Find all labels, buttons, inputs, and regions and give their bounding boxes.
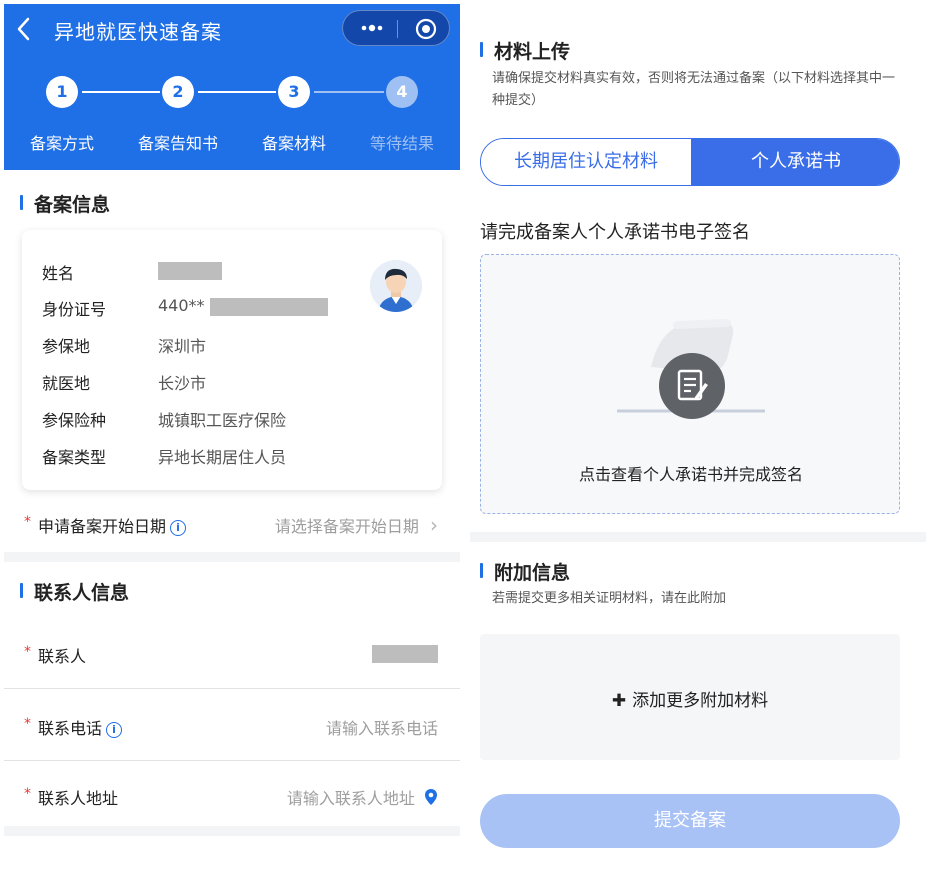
step-3-circle: 3 — [278, 76, 310, 108]
contact-address-input[interactable]: 请输入联系人地址 — [287, 785, 438, 809]
back-arrow-icon[interactable] — [16, 17, 38, 41]
start-date-label-text: 申请备案开始日期 — [38, 517, 167, 536]
submit-button[interactable]: 提交备案 — [480, 794, 900, 848]
contact-name-label: 联系人 — [38, 647, 87, 666]
step-2-circle: 2 — [162, 76, 194, 108]
sign-prompt: 请完成备案人个人承诺书电子签名 — [480, 222, 750, 243]
left-screen: 异地就医快速备案 1 2 3 4 备案方式 备案告知书 备案材料 等待结果 备案… — [4, 4, 460, 844]
info-value-masked — [158, 260, 222, 280]
progress-steps: 1 2 3 4 备案方式 备案告知书 备案材料 等待结果 — [4, 74, 460, 154]
info-value: 长沙市 — [158, 374, 207, 393]
sign-document-icon — [659, 353, 725, 419]
step-1-label: 备案方式 — [29, 134, 94, 153]
header-banner: 异地就医快速备案 1 2 3 4 备案方式 备案告知书 备案材料 等待结果 — [4, 4, 460, 170]
required-mark: * — [24, 644, 31, 660]
tab-personal-pledge[interactable]: 个人承诺书 — [691, 139, 899, 185]
materials-note: 请确保提交材料真实有效，否则将无法通过备案（以下材料选择其中一种提交） — [492, 71, 896, 108]
more-dots-icon[interactable] — [357, 18, 387, 38]
start-date-placeholder: 请选择备案开始日期 — [274, 517, 419, 536]
extra-info-note: 若需提交更多相关证明材料，请在此附加 — [492, 591, 727, 606]
location-pin-icon[interactable] — [424, 788, 438, 806]
info-key: 备案类型 — [42, 448, 107, 467]
info-icon[interactable]: i — [170, 520, 187, 536]
step-4-circle: 4 — [386, 76, 418, 108]
section-gap — [4, 552, 460, 562]
section-gap — [470, 532, 926, 542]
contact-name-row[interactable]: * 联系人 — [4, 628, 460, 680]
sign-action-text: 点击查看个人承诺书并完成签名 — [578, 465, 803, 484]
info-key: 就医地 — [42, 374, 91, 393]
start-date-row[interactable]: * 申请备案开始日期 i 请选择备案开始日期 › — [4, 498, 460, 550]
avatar — [370, 260, 422, 312]
tab-residence-material[interactable]: 长期居住认定材料 — [481, 139, 691, 185]
page-title: 异地就医快速备案 — [54, 20, 222, 44]
signature-area[interactable]: 点击查看个人承诺书并完成签名 — [480, 254, 900, 514]
step-connector — [198, 91, 276, 93]
target-close-icon[interactable] — [415, 18, 437, 40]
material-type-toggle: 长期居住认定材料 个人承诺书 — [480, 138, 900, 186]
section-gap — [4, 826, 460, 836]
info-value: 深圳市 — [158, 337, 207, 356]
plus-icon: ✚ — [611, 691, 627, 711]
record-info-title: 备案信息 — [20, 190, 110, 217]
info-key: 身份证号 — [42, 300, 107, 319]
right-screen: 材料上传 请确保提交材料真实有效，否则将无法通过备案（以下材料选择其中一种提交）… — [470, 4, 926, 874]
info-key: 参保险种 — [42, 411, 107, 430]
contact-address-label: 联系人地址 — [38, 789, 119, 808]
capsule-divider — [397, 20, 398, 38]
step-2-label: 备案告知书 — [137, 134, 218, 153]
nav-bar: 异地就医快速备案 — [4, 4, 460, 54]
contact-address-row[interactable]: * 联系人地址 请输入联系人地址 — [4, 770, 460, 822]
contact-phone-row[interactable]: * 联系电话 i 请输入联系电话 — [4, 700, 460, 752]
materials-title: 材料上传 — [480, 37, 570, 64]
step-1-circle: 1 — [46, 76, 78, 108]
info-icon[interactable]: i — [106, 722, 123, 738]
contact-phone-input[interactable]: 请输入联系电话 — [326, 715, 438, 739]
info-value: 异地长期居住人员 — [158, 448, 287, 467]
start-date-picker[interactable]: 请选择备案开始日期 › — [275, 513, 438, 537]
required-mark: * — [24, 514, 31, 530]
contact-phone-label-text: 联系电话 — [38, 719, 103, 738]
info-value: 440** — [158, 296, 328, 316]
info-key: 姓名 — [42, 264, 75, 283]
add-attachment-button[interactable]: ✚ 添加更多附加材料 — [480, 634, 900, 760]
id-prefix: 440** — [158, 296, 205, 315]
info-key: 参保地 — [42, 337, 91, 356]
record-info-card: 姓名 身份证号 440** 参保地 深圳市 就医地 长沙市 参保险种 城镇职工医… — [22, 230, 442, 490]
extra-info-title: 附加信息 — [480, 558, 570, 585]
step-connector — [82, 91, 160, 93]
contact-info-title: 联系人信息 — [20, 578, 129, 605]
mini-program-capsule — [342, 10, 450, 46]
required-mark: * — [24, 786, 31, 802]
step-connector — [314, 91, 384, 93]
add-attachment-text: 添加更多附加材料 — [632, 691, 769, 711]
required-mark: * — [24, 716, 31, 732]
row-divider — [4, 760, 460, 761]
contact-name-masked[interactable] — [372, 643, 438, 663]
step-4-label: 等待结果 — [369, 134, 434, 153]
row-divider — [4, 688, 460, 689]
start-date-label: 申请备案开始日期 i — [38, 513, 187, 537]
contact-address-placeholder: 请输入联系人地址 — [286, 789, 415, 808]
add-attachment-label: ✚ 添加更多附加材料 — [480, 686, 900, 711]
chevron-right-icon: › — [430, 513, 438, 537]
contact-phone-label: 联系电话 i — [38, 715, 123, 739]
step-3-label: 备案材料 — [261, 134, 326, 153]
info-value: 城镇职工医疗保险 — [158, 411, 287, 430]
